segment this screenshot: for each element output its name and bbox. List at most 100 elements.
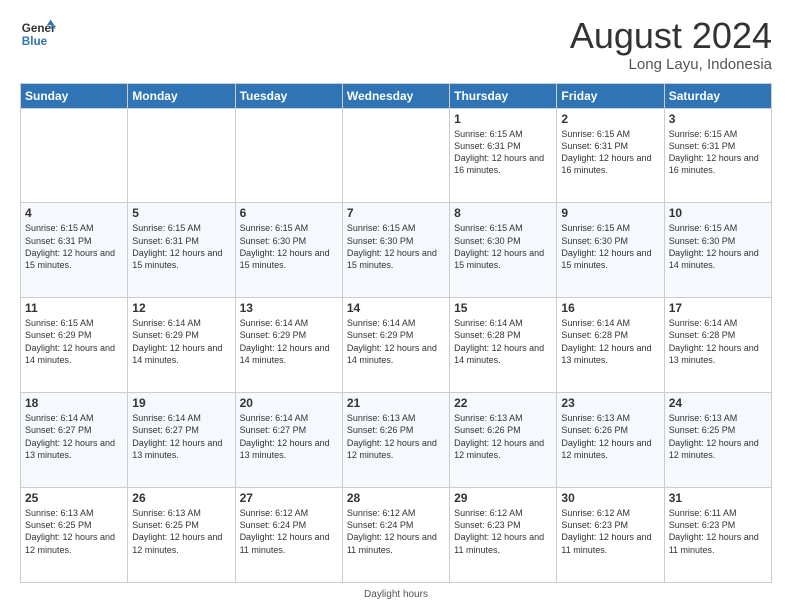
day-number: 7 — [347, 206, 445, 220]
calendar-cell: 5 Sunrise: 6:15 AM Sunset: 6:31 PM Daylig… — [128, 203, 235, 298]
day-detail: Sunrise: 6:15 AM Sunset: 6:29 PM Dayligh… — [25, 317, 123, 366]
calendar-cell: 28Sunrise: 6:12 AM Sunset: 6:24 PM Dayli… — [342, 488, 449, 583]
calendar-cell: 14Sunrise: 6:14 AM Sunset: 6:29 PM Dayli… — [342, 298, 449, 393]
col-header-wednesday: Wednesday — [342, 83, 449, 108]
calendar-cell: 19 Sunrise: 6:14 AM Sunset: 6:27 PM Dayli… — [128, 393, 235, 488]
day-detail: Sunrise: 6:14 AM Sunset: 6:28 PM Dayligh… — [561, 317, 659, 366]
day-detail: Sunrise: 6:13 AM Sunset: 6:25 PM Dayligh… — [669, 412, 767, 461]
calendar-cell: 17 Sunrise: 6:14 AM Sunset: 6:28 PM Dayli… — [664, 298, 771, 393]
day-number: 9 — [561, 206, 659, 220]
footer-text: Daylight hours — [364, 589, 428, 600]
day-number: 6 — [240, 206, 338, 220]
day-detail: Sunrise: 6:13 AM Sunset: 6:26 PM Dayligh… — [561, 412, 659, 461]
calendar-cell: 4 Sunrise: 6:15 AM Sunset: 6:31 PM Daylig… — [21, 203, 128, 298]
col-header-thursday: Thursday — [450, 83, 557, 108]
calendar-cell: 8 Sunrise: 6:15 AM Sunset: 6:30 PM Daylig… — [450, 203, 557, 298]
day-number: 13 — [240, 301, 338, 315]
calendar-cell: 1 Sunrise: 6:15 AM Sunset: 6:31 PM Daylig… — [450, 108, 557, 203]
day-detail: Sunrise: 6:15 AM Sunset: 6:31 PM Dayligh… — [454, 128, 552, 177]
col-header-tuesday: Tuesday — [235, 83, 342, 108]
calendar-cell: 9 Sunrise: 6:15 AM Sunset: 6:30 PM Daylig… — [557, 203, 664, 298]
day-number: 12 — [132, 301, 230, 315]
calendar-cell: 22 Sunrise: 6:13 AM Sunset: 6:26 PM Dayli… — [450, 393, 557, 488]
day-detail: Sunrise: 6:15 AM Sunset: 6:31 PM Dayligh… — [561, 128, 659, 177]
day-number: 24 — [669, 396, 767, 410]
day-number: 2 — [561, 112, 659, 126]
week-row-1: 1 Sunrise: 6:15 AM Sunset: 6:31 PM Daylig… — [21, 108, 772, 203]
day-detail: Sunrise: 6:14 AM Sunset: 6:27 PM Dayligh… — [240, 412, 338, 461]
day-detail: Sunrise: 6:15 AM Sunset: 6:31 PM Dayligh… — [132, 222, 230, 271]
day-number: 18 — [25, 396, 123, 410]
calendar-cell: 10Sunrise: 6:15 AM Sunset: 6:30 PM Dayli… — [664, 203, 771, 298]
calendar-cell: 25 Sunrise: 6:13 AM Sunset: 6:25 PM Dayli… — [21, 488, 128, 583]
day-detail: Sunrise: 6:15 AM Sunset: 6:30 PM Dayligh… — [669, 222, 767, 271]
logo-icon: General Blue — [20, 16, 56, 52]
week-row-2: 4 Sunrise: 6:15 AM Sunset: 6:31 PM Daylig… — [21, 203, 772, 298]
day-detail: Sunrise: 6:14 AM Sunset: 6:27 PM Dayligh… — [132, 412, 230, 461]
day-detail: Sunrise: 6:14 AM Sunset: 6:29 PM Dayligh… — [240, 317, 338, 366]
calendar-cell: 12 Sunrise: 6:14 AM Sunset: 6:29 PM Dayli… — [128, 298, 235, 393]
calendar-cell: 3Sunrise: 6:15 AM Sunset: 6:31 PM Daylig… — [664, 108, 771, 203]
day-number: 4 — [25, 206, 123, 220]
svg-text:Blue: Blue — [22, 35, 48, 48]
day-number: 22 — [454, 396, 552, 410]
day-detail: Sunrise: 6:15 AM Sunset: 6:30 PM Dayligh… — [561, 222, 659, 271]
day-detail: Sunrise: 6:15 AM Sunset: 6:31 PM Dayligh… — [25, 222, 123, 271]
day-detail: Sunrise: 6:14 AM Sunset: 6:29 PM Dayligh… — [132, 317, 230, 366]
calendar-cell: 23 Sunrise: 6:13 AM Sunset: 6:26 PM Dayli… — [557, 393, 664, 488]
week-row-3: 11 Sunrise: 6:15 AM Sunset: 6:29 PM Dayli… — [21, 298, 772, 393]
day-detail: Sunrise: 6:12 AM Sunset: 6:23 PM Dayligh… — [561, 507, 659, 556]
calendar-cell: 7 Sunrise: 6:15 AM Sunset: 6:30 PM Daylig… — [342, 203, 449, 298]
day-number: 14 — [347, 301, 445, 315]
col-header-saturday: Saturday — [664, 83, 771, 108]
calendar-cell: 16 Sunrise: 6:14 AM Sunset: 6:28 PM Dayli… — [557, 298, 664, 393]
day-detail: Sunrise: 6:11 AM Sunset: 6:23 PM Dayligh… — [669, 507, 767, 556]
title-block: August 2024 Long Layu, Indonesia — [570, 16, 772, 73]
page: General Blue August 2024 Long Layu, Indo… — [0, 0, 792, 612]
day-number: 23 — [561, 396, 659, 410]
day-number: 5 — [132, 206, 230, 220]
calendar-cell: 27 Sunrise: 6:12 AM Sunset: 6:24 PM Dayli… — [235, 488, 342, 583]
calendar-cell — [235, 108, 342, 203]
header: General Blue August 2024 Long Layu, Indo… — [20, 16, 772, 73]
day-number: 25 — [25, 491, 123, 505]
day-detail: Sunrise: 6:13 AM Sunset: 6:25 PM Dayligh… — [25, 507, 123, 556]
calendar-cell: 6Sunrise: 6:15 AM Sunset: 6:30 PM Daylig… — [235, 203, 342, 298]
calendar-cell: 24 Sunrise: 6:13 AM Sunset: 6:25 PM Dayli… — [664, 393, 771, 488]
day-number: 16 — [561, 301, 659, 315]
col-header-friday: Friday — [557, 83, 664, 108]
calendar-cell: 15 Sunrise: 6:14 AM Sunset: 6:28 PM Dayli… — [450, 298, 557, 393]
calendar-cell: 21Sunrise: 6:13 AM Sunset: 6:26 PM Dayli… — [342, 393, 449, 488]
calendar-cell: 13 Sunrise: 6:14 AM Sunset: 6:29 PM Dayli… — [235, 298, 342, 393]
day-detail: Sunrise: 6:12 AM Sunset: 6:24 PM Dayligh… — [347, 507, 445, 556]
day-number: 30 — [561, 491, 659, 505]
day-number: 19 — [132, 396, 230, 410]
footer: Daylight hours — [20, 589, 772, 600]
calendar-cell: 2 Sunrise: 6:15 AM Sunset: 6:31 PM Daylig… — [557, 108, 664, 203]
day-detail: Sunrise: 6:14 AM Sunset: 6:28 PM Dayligh… — [454, 317, 552, 366]
calendar-cell: 29 Sunrise: 6:12 AM Sunset: 6:23 PM Dayli… — [450, 488, 557, 583]
week-row-5: 25 Sunrise: 6:13 AM Sunset: 6:25 PM Dayli… — [21, 488, 772, 583]
day-detail: Sunrise: 6:13 AM Sunset: 6:26 PM Dayligh… — [347, 412, 445, 461]
day-detail: Sunrise: 6:15 AM Sunset: 6:30 PM Dayligh… — [347, 222, 445, 271]
day-number: 29 — [454, 491, 552, 505]
day-number: 27 — [240, 491, 338, 505]
calendar-table: SundayMondayTuesdayWednesdayThursdayFrid… — [20, 83, 772, 583]
day-number: 20 — [240, 396, 338, 410]
day-number: 1 — [454, 112, 552, 126]
day-detail: Sunrise: 6:15 AM Sunset: 6:30 PM Dayligh… — [454, 222, 552, 271]
calendar-cell — [21, 108, 128, 203]
day-number: 11 — [25, 301, 123, 315]
day-detail: Sunrise: 6:12 AM Sunset: 6:23 PM Dayligh… — [454, 507, 552, 556]
col-header-monday: Monday — [128, 83, 235, 108]
day-number: 3 — [669, 112, 767, 126]
day-detail: Sunrise: 6:12 AM Sunset: 6:24 PM Dayligh… — [240, 507, 338, 556]
day-number: 8 — [454, 206, 552, 220]
day-number: 17 — [669, 301, 767, 315]
day-detail: Sunrise: 6:13 AM Sunset: 6:26 PM Dayligh… — [454, 412, 552, 461]
week-row-4: 18 Sunrise: 6:14 AM Sunset: 6:27 PM Dayli… — [21, 393, 772, 488]
day-detail: Sunrise: 6:14 AM Sunset: 6:28 PM Dayligh… — [669, 317, 767, 366]
day-number: 15 — [454, 301, 552, 315]
calendar-cell: 18Sunrise: 6:14 AM Sunset: 6:27 PM Dayli… — [21, 393, 128, 488]
calendar-cell: 11 Sunrise: 6:15 AM Sunset: 6:29 PM Dayli… — [21, 298, 128, 393]
